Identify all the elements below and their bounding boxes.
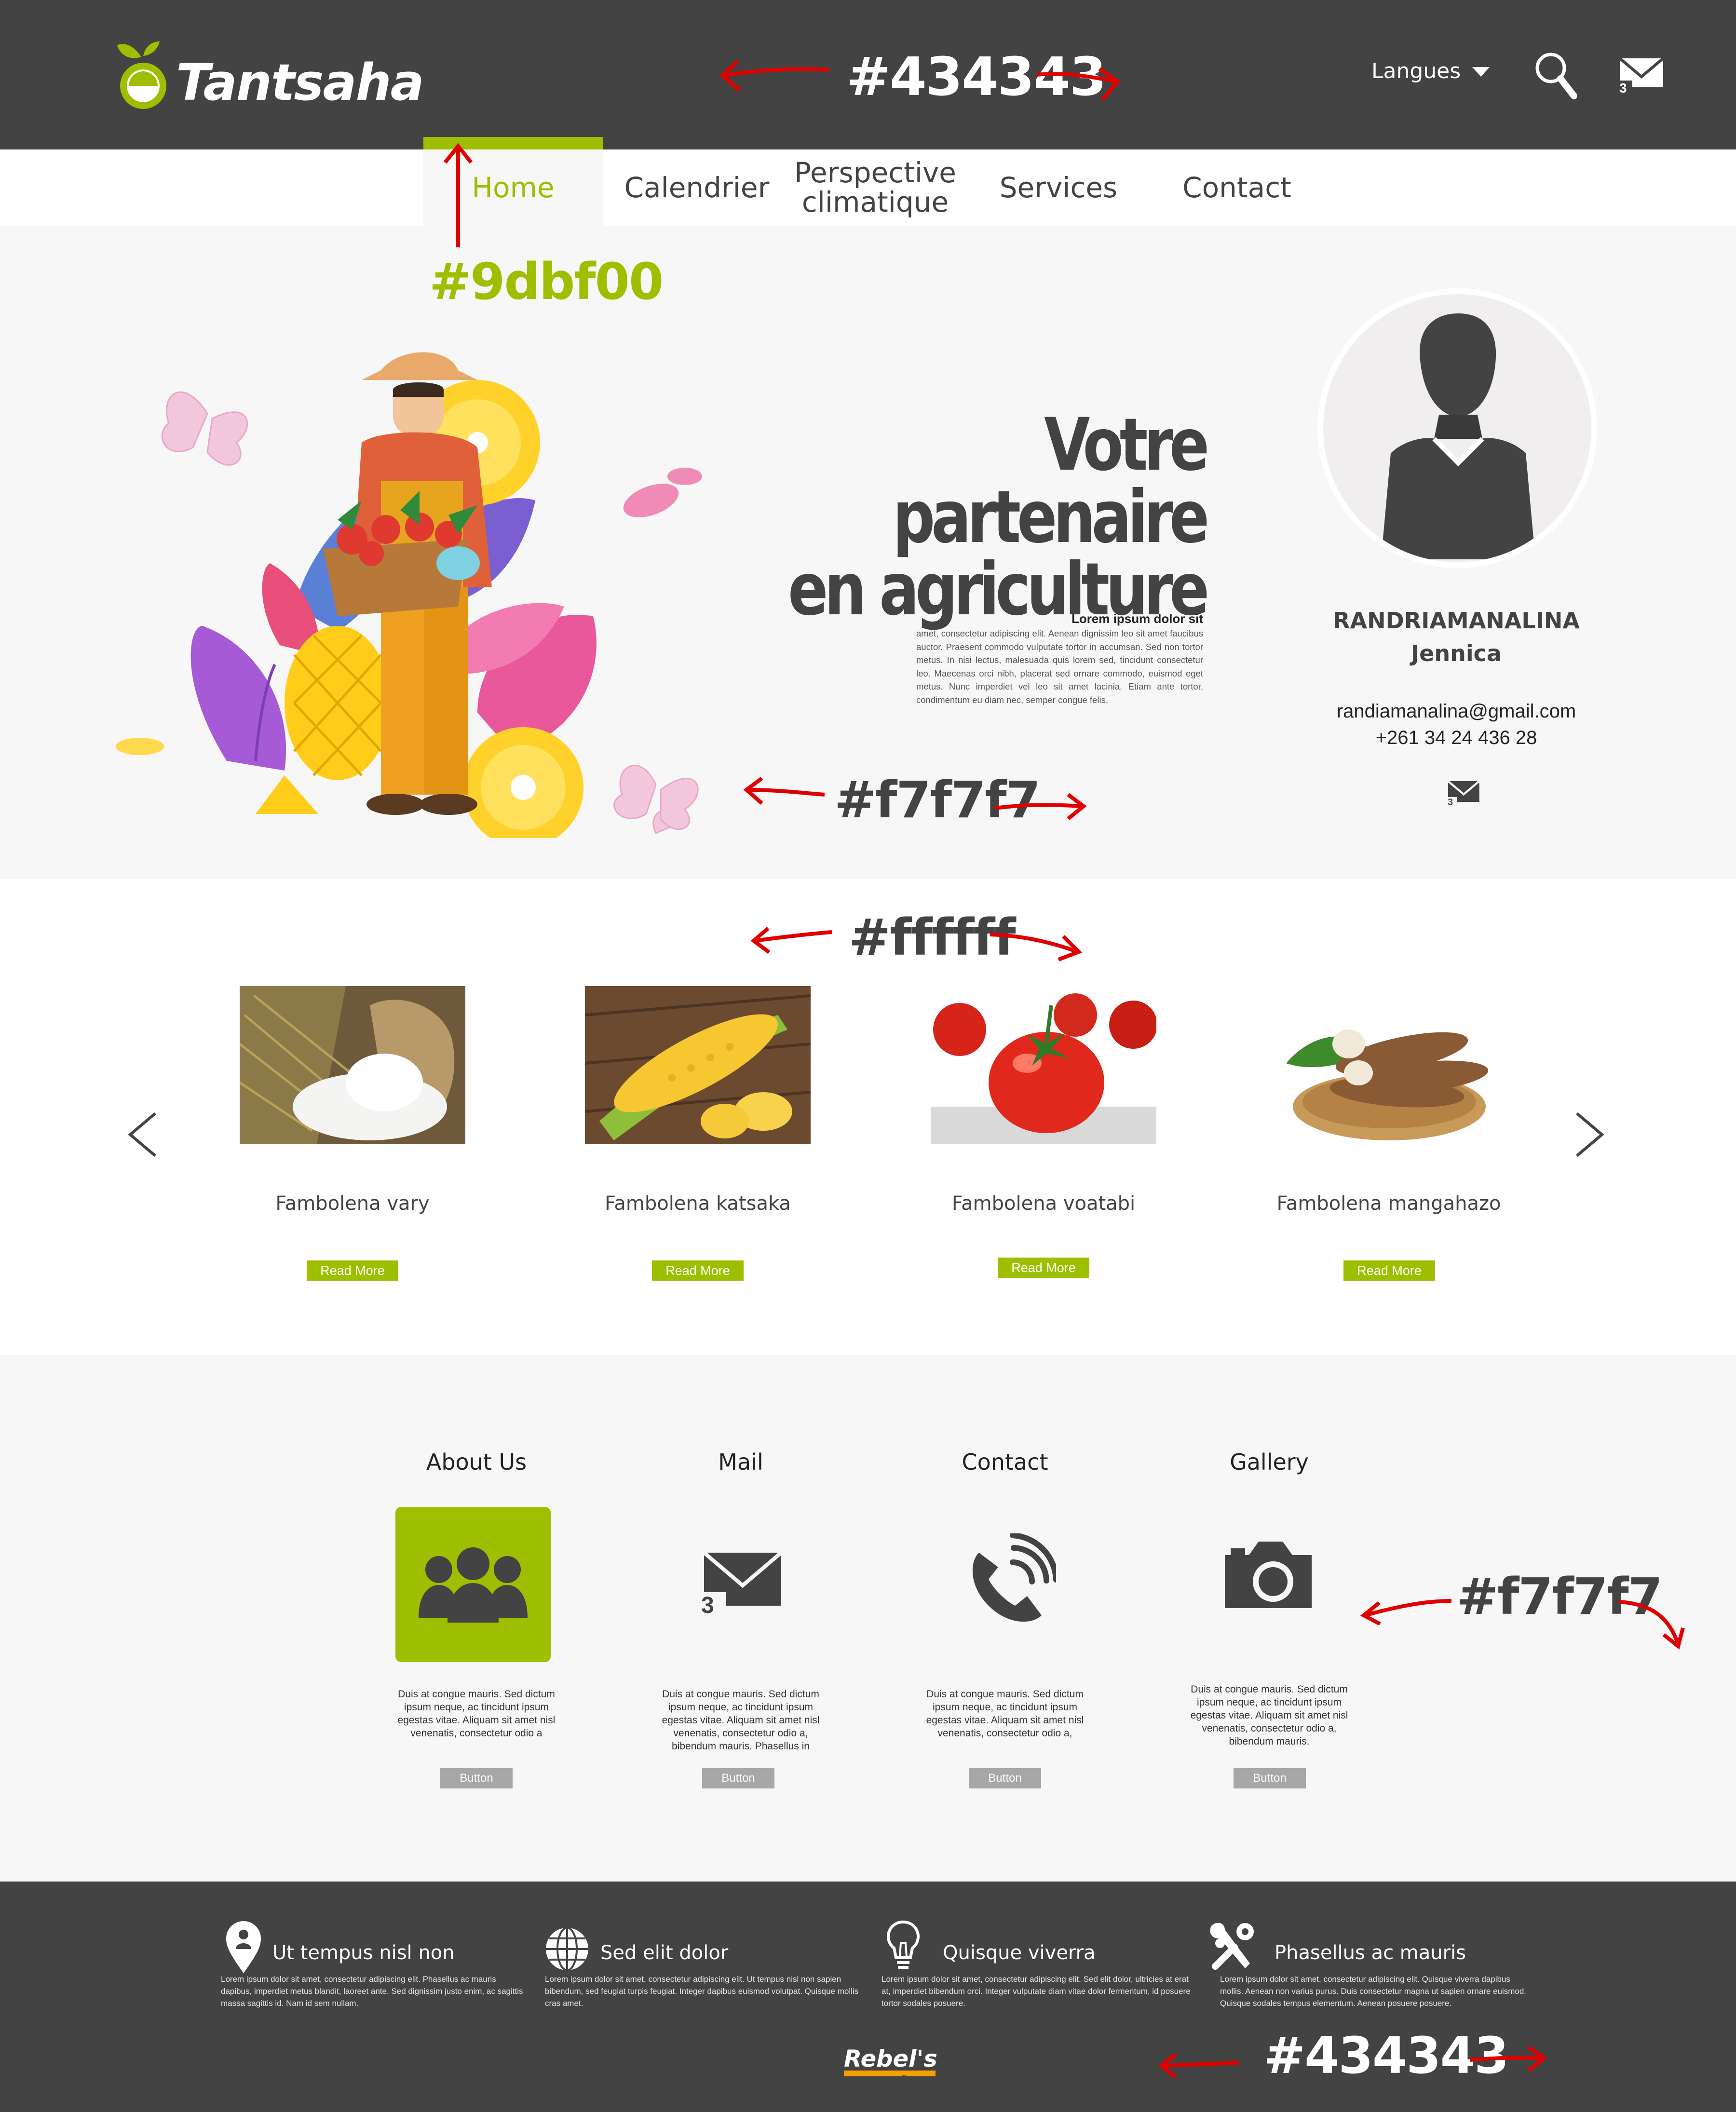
logo-text: Tantsaha xyxy=(176,53,424,112)
right-arrow-annotation xyxy=(1469,2045,1547,2072)
profile-phone: +261 34 24 436 28 xyxy=(1375,727,1537,748)
globe-icon xyxy=(546,1927,588,1971)
about-us-button[interactable]: Button xyxy=(440,1768,513,1788)
product-label-corn: Fambolena katsaka xyxy=(605,1192,791,1215)
profile-name-line-2: Jennica xyxy=(1411,640,1502,666)
camera-icon[interactable] xyxy=(1220,1536,1316,1613)
right-arrow-annotation xyxy=(1619,1600,1685,1650)
feature-text-gallery: Duis at congue mauris. Sed dictum ipsum … xyxy=(1190,1684,1348,1747)
carousel-prev-icon[interactable] xyxy=(125,1110,159,1159)
footer: Ut tempus nisl non Sed elit dolor Quisqu… xyxy=(0,1882,1736,2112)
contact-button[interactable]: Button xyxy=(969,1768,1041,1788)
profile-mail-button[interactable]: 3 xyxy=(1447,779,1481,811)
right-arrow-annotation xyxy=(1036,67,1121,101)
about-us-tile[interactable] xyxy=(395,1507,551,1662)
people-icon xyxy=(419,1547,528,1623)
read-more-button[interactable]: Read More xyxy=(652,1260,744,1281)
location-pin-icon xyxy=(226,1921,261,1973)
left-arrow-annotation xyxy=(1360,1599,1452,1625)
hero-title-line-1: Votre partenaire xyxy=(893,403,1209,559)
hero-subtitle: Lorem ipsum dolor sit xyxy=(1071,611,1203,626)
logo[interactable]: Tantsaha xyxy=(113,29,424,116)
caret-down-icon xyxy=(1472,67,1490,77)
hero-title: Votre partenaire en agriculture xyxy=(763,403,1209,626)
feature-text-contact: Duis at congue mauris. Sed dictum ipsum … xyxy=(926,1689,1084,1739)
avatar xyxy=(1317,288,1597,568)
footer-brand-sub: Team xyxy=(902,2073,919,2081)
farmer-illustration xyxy=(116,352,702,838)
product-label-tomato: Fambolena voatabi xyxy=(951,1192,1136,1215)
up-arrow-annotation xyxy=(443,143,473,247)
search-icon[interactable] xyxy=(1533,51,1577,101)
feature-text-mail: Duis at congue mauris. Sed dictum ipsum … xyxy=(662,1689,820,1752)
left-arrow-annotation xyxy=(743,776,825,805)
product-label-cassava: Fambolena mangahazo xyxy=(1276,1192,1501,1215)
nav-services[interactable]: Services xyxy=(974,149,1143,226)
mail-tile[interactable]: 3 xyxy=(699,1548,786,1625)
header-mail-button[interactable]: 3 xyxy=(1618,55,1666,99)
left-arrow-annotation xyxy=(1158,2052,1240,2079)
footer-title-3: Quisque viverra xyxy=(943,1942,1096,1964)
product-label-rice: Fambolena vary xyxy=(275,1192,430,1215)
user-silhouette-icon xyxy=(1381,313,1535,559)
nav-contact[interactable]: Contact xyxy=(1153,149,1321,226)
hero-body-text: amet, consectetur adipiscing elit. Aenea… xyxy=(916,628,1203,705)
profile-name-line-1: RANDRIAMANALINA xyxy=(1333,608,1580,634)
read-more-button[interactable]: Read More xyxy=(1343,1260,1435,1281)
tools-icon xyxy=(1210,1922,1254,1970)
feature-title-about: About Us xyxy=(426,1449,527,1475)
top-header: Tantsaha #434343 Langues 3 xyxy=(0,0,1736,149)
footer-title-4: Phasellus ac mauris xyxy=(1275,1942,1466,1964)
footer-title-1: Ut tempus nisl non xyxy=(272,1942,455,1964)
right-arrow-annotation xyxy=(994,793,1087,821)
language-select-label: Langues xyxy=(1371,59,1461,83)
feature-title-contact: Contact xyxy=(962,1449,1048,1475)
feature-text-about: Duis at congue mauris. Sed dictum ipsum … xyxy=(397,1689,556,1739)
nav-calendrier[interactable]: Calendrier xyxy=(612,149,781,226)
hero-section: #9dbf00 Votre partenaire en agriculture … xyxy=(0,143,1736,879)
profile-email[interactable]: randiamanalina@gmail.com xyxy=(1288,701,1625,722)
mail-button[interactable]: Button xyxy=(702,1768,774,1788)
logo-mark-icon xyxy=(117,41,166,109)
footer-text-3: Lorem ipsum dolor sit amet, consectetur … xyxy=(882,1975,1191,2008)
footer-text-4: Lorem ipsum dolor sit amet, consectetur … xyxy=(1220,1975,1527,2008)
nav-color-annotation: #9dbf00 xyxy=(429,252,664,311)
feature-title-gallery: Gallery xyxy=(1230,1449,1309,1475)
left-arrow-annotation xyxy=(750,926,832,954)
profile-name: RANDRIAMANALINA Jennica xyxy=(1288,604,1625,670)
read-more-button[interactable]: Read More xyxy=(307,1260,398,1281)
phone-icon[interactable] xyxy=(960,1533,1056,1630)
language-select[interactable]: Langues xyxy=(1371,59,1492,83)
product-image-rice[interactable] xyxy=(240,986,465,1144)
footer-brand: Rebel's xyxy=(844,2045,937,2072)
left-arrow-annotation xyxy=(719,60,830,92)
rebels-team-logo: Rebel's Team xyxy=(844,2045,950,2084)
right-arrow-annotation xyxy=(990,933,1083,961)
mail-badge: 3 xyxy=(701,1593,714,1618)
features-section: About Us Mail Contact Gallery 3 Duis at … xyxy=(0,1355,1736,1882)
lightbulb-icon xyxy=(886,1920,920,1969)
footer-title-2: Sed elit dolor xyxy=(600,1942,729,1964)
product-image-cassava[interactable] xyxy=(1276,986,1502,1144)
gallery-button[interactable]: Button xyxy=(1234,1768,1306,1788)
product-image-tomato[interactable] xyxy=(931,986,1156,1144)
main-nav: Home Calendrier Perspective climatique S… xyxy=(0,137,1736,226)
footer-text-1: Lorem ipsum dolor sit amet, consectetur … xyxy=(221,1975,523,2008)
read-more-button[interactable]: Read More xyxy=(998,1258,1089,1278)
mail-badge: 3 xyxy=(1448,797,1453,808)
nav-perspective-climatique[interactable]: Perspective climatique xyxy=(781,149,969,226)
footer-text-2: Lorem ipsum dolor sit amet, consectetur … xyxy=(545,1975,859,2008)
feature-title-mail: Mail xyxy=(718,1449,763,1475)
carousel-next-icon[interactable] xyxy=(1573,1110,1607,1159)
product-image-corn[interactable] xyxy=(585,986,811,1144)
mail-badge: 3 xyxy=(1619,81,1627,95)
products-section: #ffffff Fambolena vary Fambolena katsaka… xyxy=(0,879,1736,1355)
